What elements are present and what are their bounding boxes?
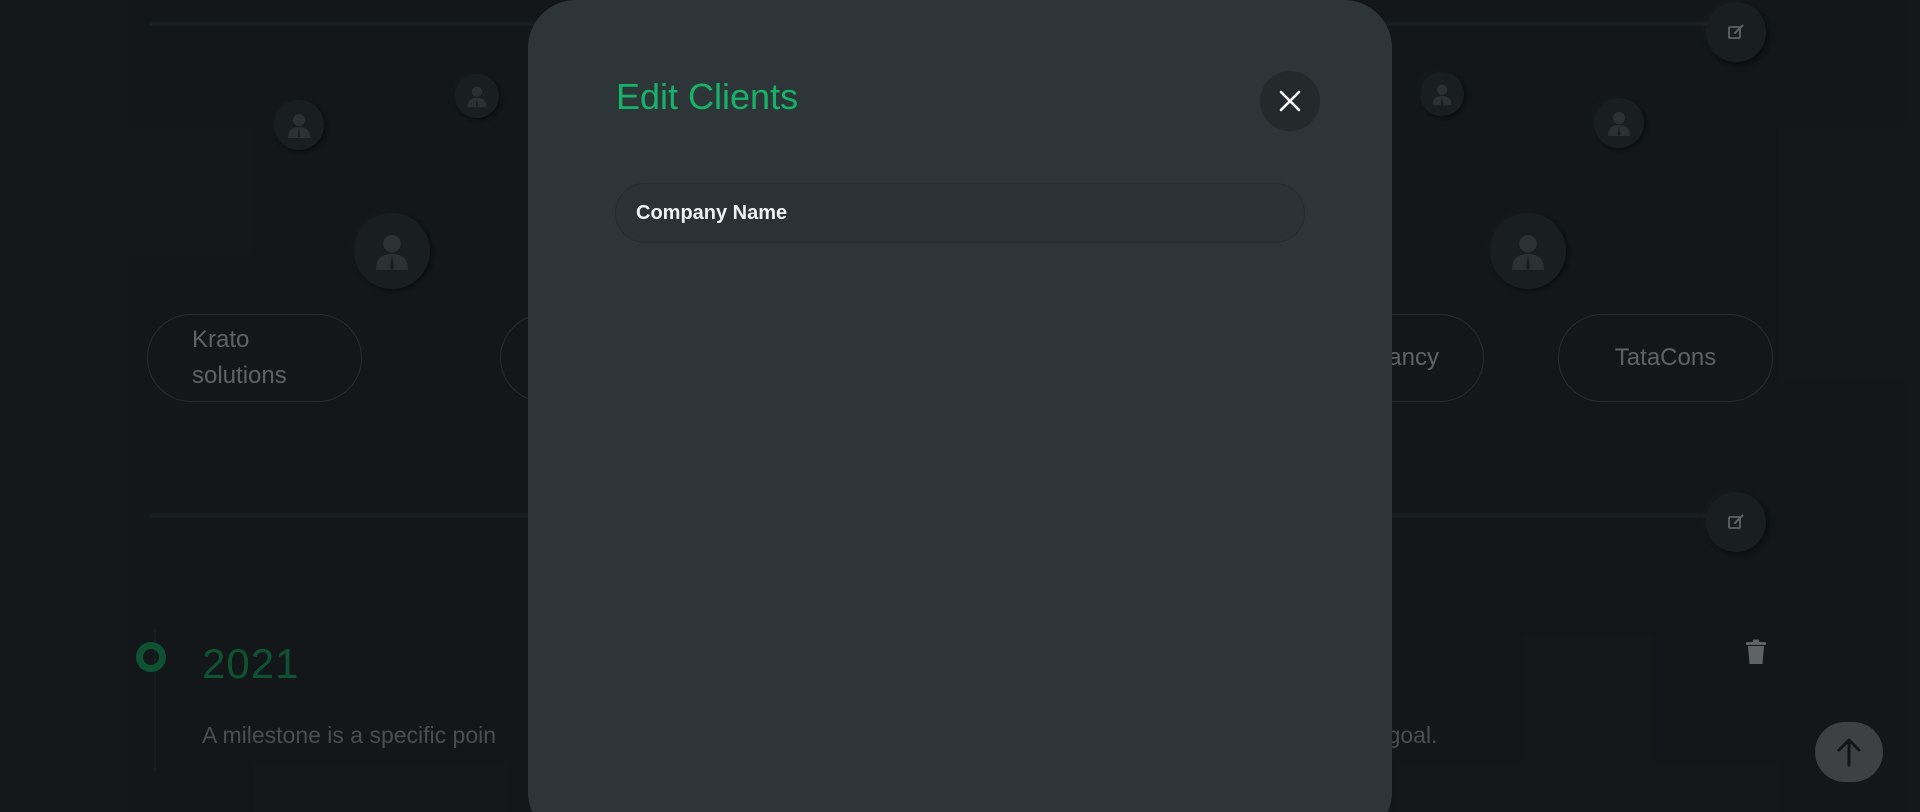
page: Krato solutions ancy TataCons 2021 A mil… [0,0,1920,812]
edit-clients-modal: Edit Clients [528,0,1392,812]
company-name-input[interactable] [615,183,1305,243]
close-button[interactable] [1260,71,1320,131]
close-icon [1279,90,1301,112]
modal-title: Edit Clients [616,76,799,117]
